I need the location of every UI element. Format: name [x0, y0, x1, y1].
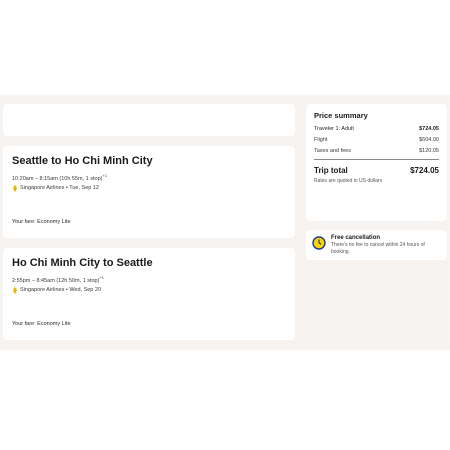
currency-note: Rates are quoted in US dollars — [314, 178, 383, 184]
free-cancellation-text: Free cancellation There's no fee to canc… — [331, 235, 441, 255]
traveler-label: Traveler 1: Adult — [314, 126, 354, 132]
outbound-time-range: 10:20am – 8:15am (10h 55m, 1 stop) — [12, 175, 103, 182]
return-fare: Your fare: Economy Lite — [12, 321, 71, 327]
taxes-amount: $120.05 — [419, 148, 439, 154]
outbound-airline-line: Singapore Airlines • Tue, Sep 12 — [12, 184, 286, 192]
free-cancellation-card: Free cancellation There's no fee to canc… — [306, 230, 447, 260]
airline-logo-icon — [13, 286, 17, 294]
top-empty-card — [3, 104, 295, 136]
trip-total-label: Trip total — [314, 166, 348, 175]
outbound-flight-card[interactable]: Seattle to Ho Chi Minh City 10:20am – 8:… — [3, 146, 295, 238]
return-airline-line: Singapore Airlines • Wed, Sep 20 — [12, 286, 286, 294]
airline-logo-icon — [13, 184, 17, 192]
traveler-amount: $724.05 — [419, 126, 439, 132]
outbound-times: 10:20am – 8:15am (10h 55m, 1 stop)+1 — [12, 172, 286, 183]
outbound-route-title: Seattle to Ho Chi Minh City — [12, 155, 153, 167]
flight-price-label: Flight — [314, 137, 328, 143]
return-flight-card[interactable]: Ho Chi Minh City to Seattle 2:55pm – 8:4… — [3, 248, 295, 340]
return-route-title: Ho Chi Minh City to Seattle — [12, 257, 153, 269]
taxes-row: Taxes and fees $120.05 — [314, 148, 439, 154]
outbound-airline-text: Singapore Airlines • Tue, Sep 12 — [20, 184, 99, 191]
return-times: 2:55pm – 8:45am (12h 50m, 1 stop)+1 — [12, 274, 286, 285]
outbound-fare: Your fare: Economy Lite — [12, 219, 71, 225]
price-summary-title: Price summary — [314, 111, 368, 120]
free-cancellation-title: Free cancellation — [331, 235, 381, 241]
free-cancellation-description: There's no fee to cancel within 24 hours… — [331, 242, 425, 255]
taxes-label: Taxes and fees — [314, 148, 351, 154]
traveler-row: Traveler 1: Adult $724.05 — [314, 126, 439, 132]
flight-price-row: Flight $604.00 — [314, 137, 439, 143]
flight-price-amount: $604.00 — [419, 137, 439, 143]
clock-icon — [312, 236, 326, 250]
price-summary-card: Price summary Traveler 1: Adult $724.05 … — [306, 104, 447, 221]
return-day-offset: +1 — [99, 275, 105, 280]
trip-total-row: Trip total $724.05 — [314, 166, 439, 175]
return-time-range: 2:55pm – 8:45am (12h 50m, 1 stop) — [12, 277, 100, 284]
return-airline-text: Singapore Airlines • Wed, Sep 20 — [20, 286, 102, 293]
price-divider — [314, 159, 439, 160]
trip-total-amount: $724.05 — [410, 166, 439, 175]
outbound-day-offset: +1 — [102, 173, 108, 178]
